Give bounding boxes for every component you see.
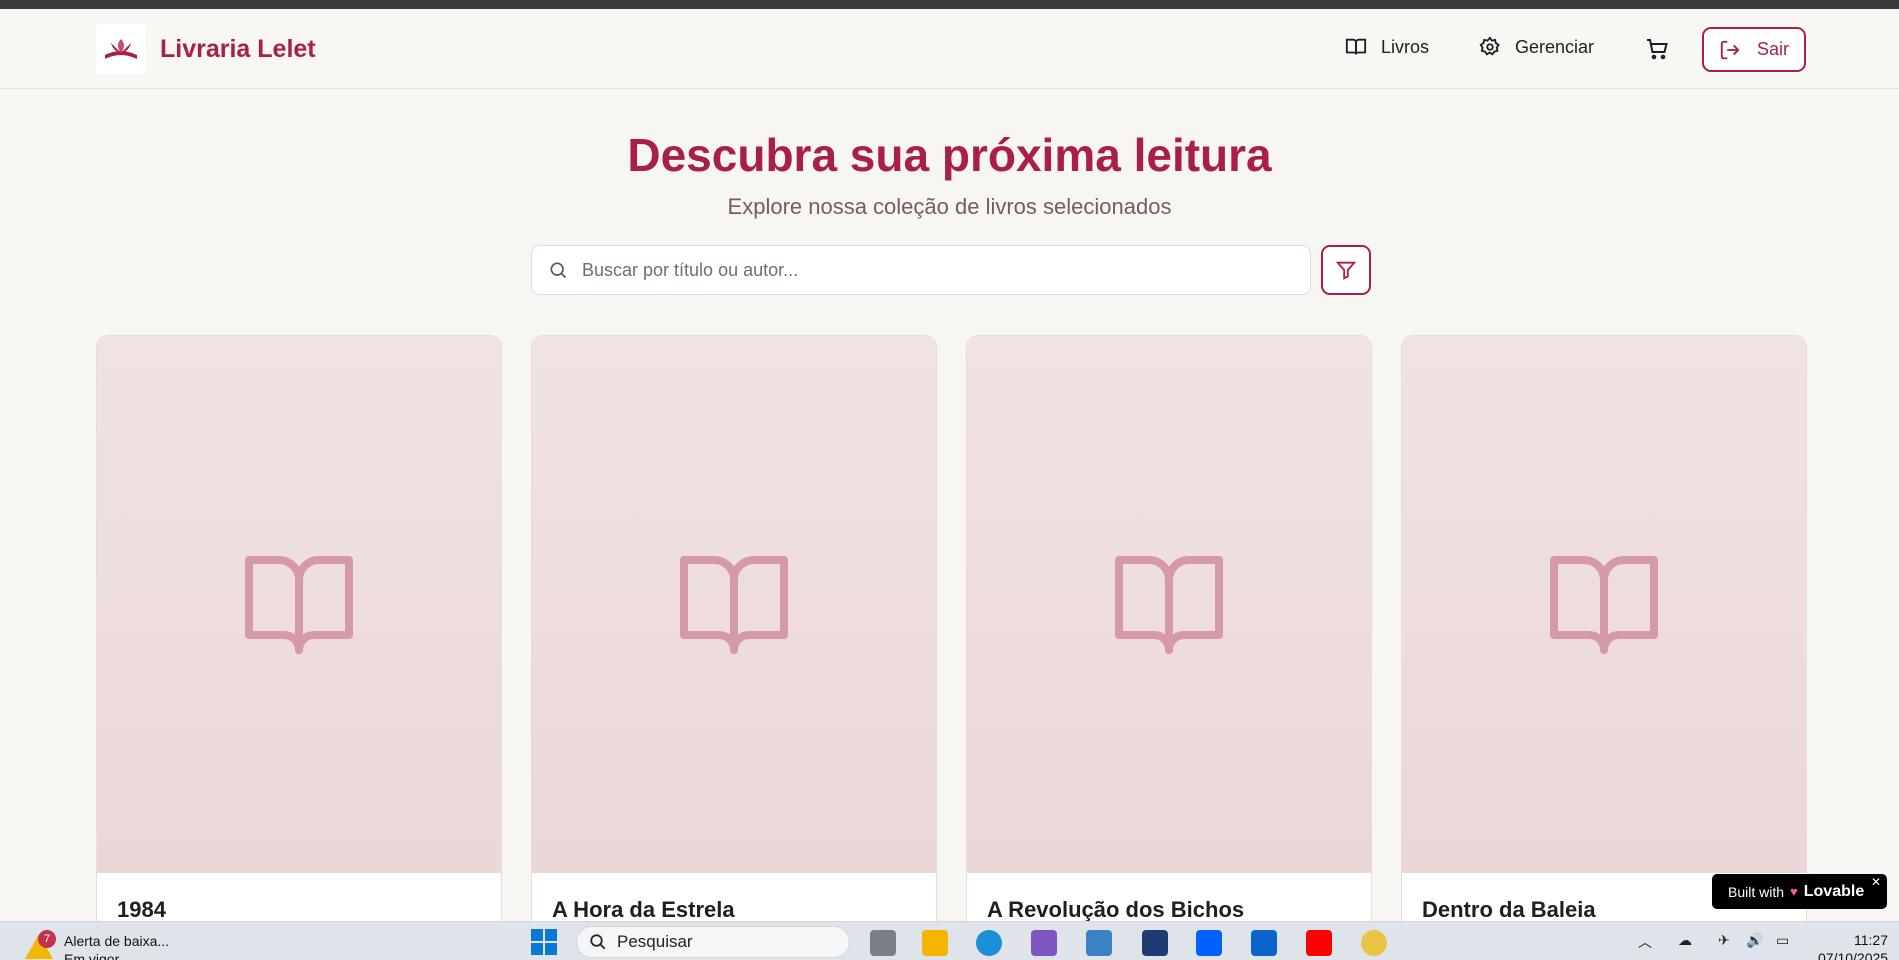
filter-icon (1335, 261, 1357, 280)
chrome-icon[interactable] (1361, 930, 1387, 956)
alert-count-badge: 7 (38, 930, 56, 948)
book-title: A Hora da Estrela (552, 897, 735, 922)
youtube-icon[interactable] (1306, 930, 1332, 956)
logo[interactable] (96, 24, 146, 74)
book-card[interactable]: Dentro da Baleia (1401, 335, 1807, 960)
book-card[interactable]: 1984 (96, 335, 502, 960)
chevron-up-icon[interactable]: ︿ (1638, 932, 1652, 952)
book-open-icon (1345, 38, 1367, 55)
book-open-icon (245, 555, 353, 654)
battery-icon[interactable]: ▭ (1776, 932, 1789, 949)
search-bar (531, 245, 1311, 295)
task-view-icon[interactable] (870, 930, 896, 956)
alert-subtitle: Em vigor (64, 951, 120, 960)
log-out-icon (1720, 40, 1740, 59)
nav-manage-label: Gerenciar (1515, 36, 1595, 57)
brand-name[interactable]: Livraria Lelet (160, 35, 316, 64)
nav-books-label: Livros (1381, 36, 1430, 57)
alert-title: Alerta de baixa... (64, 933, 170, 949)
search-input[interactable] (582, 259, 1282, 281)
store-icon[interactable] (1086, 930, 1112, 956)
site-header: Livraria Lelet Livros Gerenciar Sair (0, 9, 1899, 89)
clock-time: 11:27 (1854, 932, 1888, 948)
cart-icon[interactable] (1645, 37, 1669, 61)
system-clock[interactable]: 11:27 07/10/2025 (1818, 931, 1888, 960)
nav-manage[interactable]: Gerenciar (1479, 36, 1594, 58)
heart-icon: ♥ (1790, 884, 1798, 899)
nav-books[interactable]: Livros (1345, 36, 1429, 58)
clock-date: 07/10/2025 (1818, 950, 1889, 960)
outlook-icon[interactable] (1251, 930, 1277, 956)
badge-prefix: Built with (1728, 883, 1785, 900)
airplane-icon[interactable]: ✈ (1718, 932, 1730, 949)
book-cover-placeholder (532, 336, 936, 873)
book-open-icon (1550, 555, 1658, 654)
file-explorer-icon[interactable] (922, 930, 948, 956)
search-icon (590, 934, 606, 950)
book-cover-placeholder (967, 336, 1371, 873)
copilot-icon[interactable] (1031, 930, 1057, 956)
windows-start-icon[interactable] (530, 928, 558, 956)
logout-button[interactable]: Sair (1702, 27, 1806, 72)
browser-top-strip (0, 0, 1899, 9)
hero-title: Descubra sua próxima leitura (627, 129, 1272, 181)
badge-brand: Lovable (1803, 882, 1865, 900)
dropbox-icon[interactable] (1196, 930, 1222, 956)
book-open-icon (680, 555, 788, 654)
hero-subtitle: Explore nossa coleção de livros selecion… (727, 194, 1172, 219)
taskbar-search-label: Pesquisar (617, 932, 693, 951)
book-cover-placeholder (1402, 336, 1806, 873)
built-with-lovable-badge[interactable]: Built with ♥ Lovable ✕ (1712, 874, 1887, 909)
os-taskbar: 7 Alerta de baixa... Em vigor Pesquisar … (0, 921, 1899, 960)
book-cover-placeholder (97, 336, 501, 873)
gear-icon (1479, 36, 1500, 56)
volume-icon[interactable]: 🔊 (1746, 932, 1763, 949)
book-open-icon (1115, 555, 1223, 654)
taskbar-search[interactable]: Pesquisar (576, 926, 850, 958)
book-card[interactable]: A Hora da Estrela (531, 335, 937, 960)
book-card[interactable]: A Revolução dos Bichos (966, 335, 1372, 960)
logout-label: Sair (1756, 39, 1789, 59)
lotus-book-icon (105, 39, 137, 59)
filter-button[interactable] (1321, 245, 1371, 295)
close-icon[interactable]: ✕ (1871, 875, 1881, 889)
cloud-icon[interactable]: ☁ (1678, 932, 1692, 949)
edge-icon[interactable] (976, 930, 1002, 956)
search-icon (550, 262, 567, 279)
book-title: A Revolução dos Bichos (987, 897, 1245, 922)
book-title: 1984 (117, 897, 166, 922)
b-app-icon[interactable] (1142, 930, 1168, 956)
weather-alert[interactable]: Alerta de baixa... Em vigor (64, 932, 169, 960)
